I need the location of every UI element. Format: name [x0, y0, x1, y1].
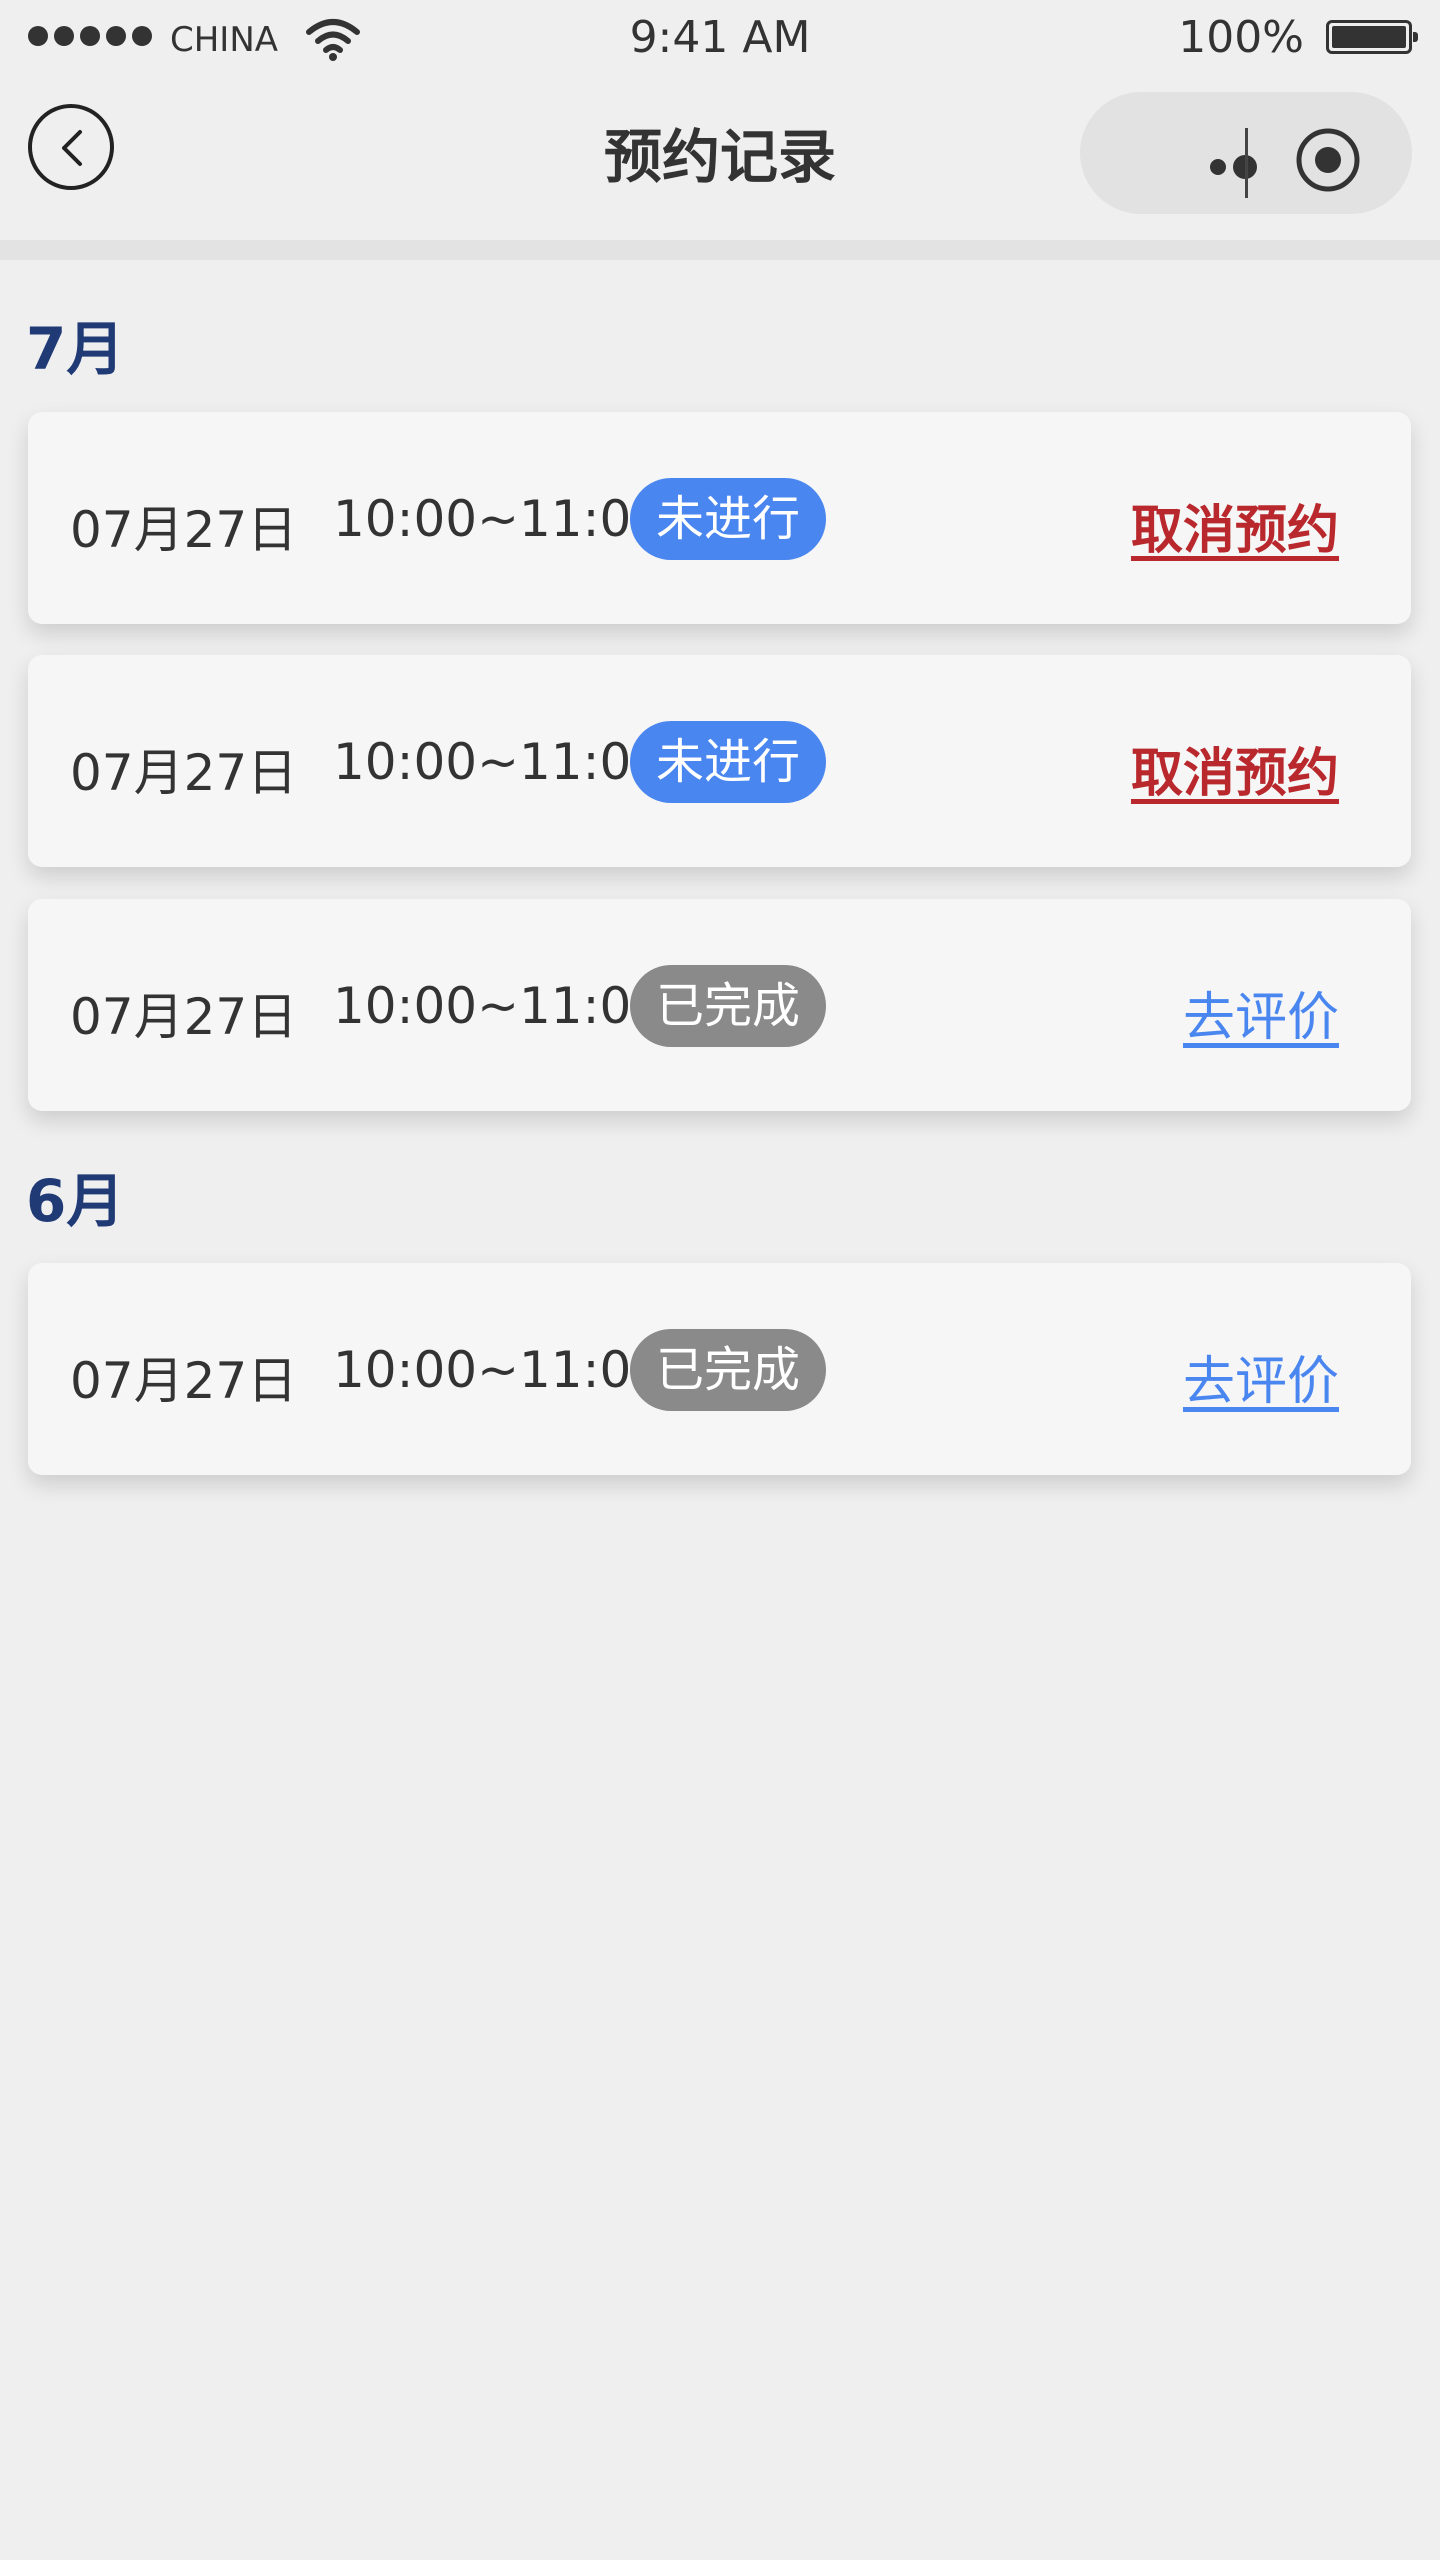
status-badge: 未进行 — [630, 478, 826, 560]
appointment-time: 10:00~11:00 — [333, 977, 664, 1035]
appointment-time: 10:00~11:00 — [333, 490, 664, 548]
review-link[interactable]: 去评价 — [1183, 975, 1339, 1050]
nav-bar: 预约记录 — [0, 78, 1440, 240]
nav-divider — [0, 240, 1440, 260]
appointment-card: 07月27日 10:00~11:00 未进行 取消预约 — [28, 412, 1411, 624]
month-header-july: 7月 — [26, 315, 125, 383]
month-header-june: 6月 — [26, 1167, 125, 1235]
cancel-appointment-link[interactable]: 取消预约 — [1131, 731, 1339, 806]
appointment-time: 10:00~11:00 — [333, 1341, 664, 1399]
close-mini-program-icon[interactable] — [1294, 126, 1362, 194]
cancel-appointment-link[interactable]: 取消预约 — [1131, 488, 1339, 563]
appointment-time: 10:00~11:00 — [333, 733, 664, 791]
appointment-card: 07月27日 10:00~11:00 已完成 去评价 — [28, 899, 1411, 1111]
review-link[interactable]: 去评价 — [1183, 1339, 1339, 1414]
capsule-divider — [1245, 128, 1248, 198]
appointment-date: 07月27日 — [70, 1352, 298, 1410]
battery-percent: 100% — [1178, 12, 1304, 63]
status-badge: 已完成 — [630, 965, 826, 1047]
status-badge: 已完成 — [630, 1329, 826, 1411]
mini-program-capsule — [1080, 92, 1412, 214]
status-badge: 未进行 — [630, 721, 826, 803]
appointment-date: 07月27日 — [70, 501, 298, 559]
battery-icon — [1326, 20, 1418, 54]
appointment-card: 07月27日 10:00~11:00 已完成 去评价 — [28, 1263, 1411, 1475]
appointment-card: 07月27日 10:00~11:00 未进行 取消预约 — [28, 655, 1411, 867]
appointment-date: 07月27日 — [70, 988, 298, 1046]
status-bar: CHINA 9:41 AM 100% — [0, 0, 1440, 78]
appointment-date: 07月27日 — [70, 744, 298, 802]
